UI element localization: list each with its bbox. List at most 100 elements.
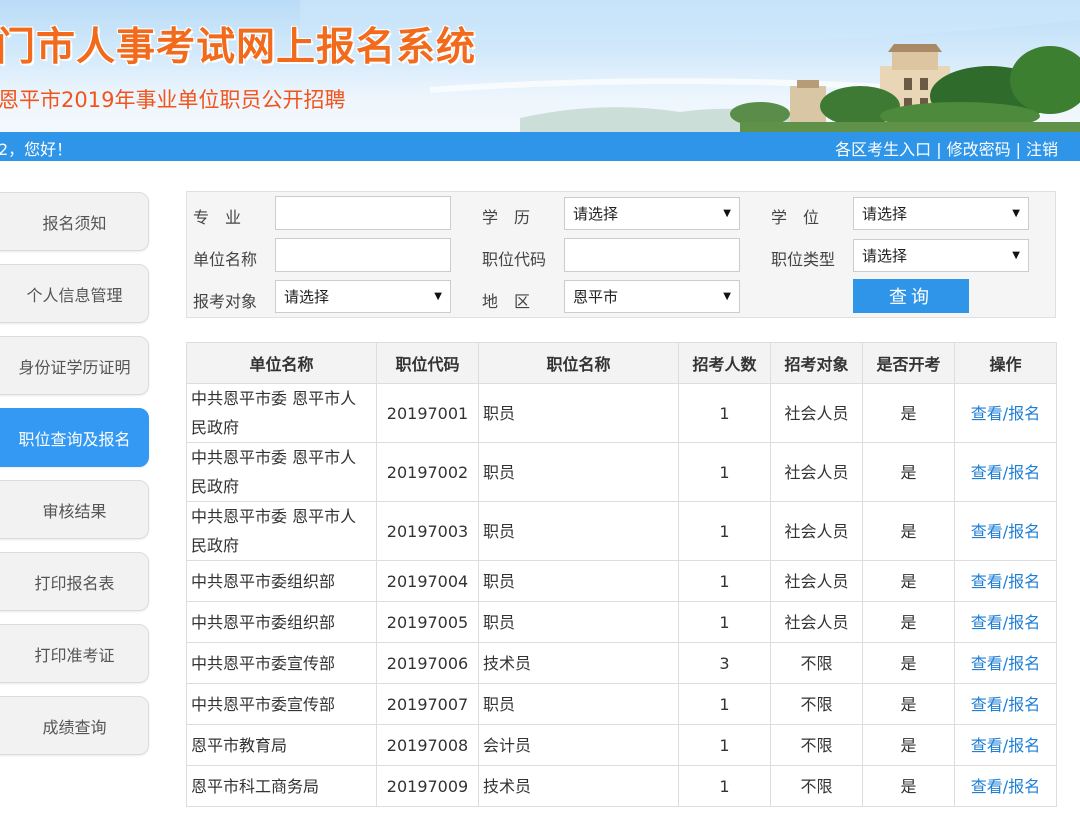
table-row: 恩平市科工商务局 20197009 技术员 1 不限 是 查看/报名 xyxy=(186,765,1057,807)
user-greeting: 2，您好！ xyxy=(0,140,73,159)
column-header-action: 操作 xyxy=(954,342,1057,384)
view-apply-link[interactable]: 查看/报名 xyxy=(971,654,1040,673)
cell-code: 20197002 xyxy=(376,442,479,502)
cell-position: 会计员 xyxy=(478,724,679,766)
sidebar-item-print-admission[interactable]: 打印准考证 xyxy=(0,624,149,683)
position-code-input[interactable] xyxy=(564,238,740,272)
dropdown-arrow-icon: ▼ xyxy=(723,208,731,219)
status-bar: 2，您好！ 各区考生入口 | 修改密码 | 注销 xyxy=(0,132,1080,161)
cell-position: 技术员 xyxy=(478,642,679,684)
view-apply-link[interactable]: 查看/报名 xyxy=(971,613,1040,632)
cell-count: 1 xyxy=(678,560,771,602)
table-row: 中共恩平市委宣传部 20197007 职员 1 不限 是 查看/报名 xyxy=(186,683,1057,725)
header-banner: 门市人事考试网上报名系统 恩平市2019年事业单位职员公开招聘 xyxy=(0,0,1080,132)
cell-action: 查看/报名 xyxy=(954,642,1057,684)
cell-open: 是 xyxy=(862,683,955,725)
sidebar-item-score-query[interactable]: 成绩查询 xyxy=(0,696,149,755)
cell-unit: 中共恩平市委组织部 xyxy=(186,601,377,643)
cell-unit: 中共恩平市委 恩平市人民政府 xyxy=(186,383,377,443)
sidebar-item-registration-notice[interactable]: 报名须知 xyxy=(0,192,149,251)
table-row: 中共恩平市委 恩平市人民政府 20197002 职员 1 社会人员 是 查看/报… xyxy=(186,442,1057,502)
cell-open: 是 xyxy=(862,383,955,443)
sidebar-item-review-result[interactable]: 审核结果 xyxy=(0,480,149,539)
sidebar-item-print-form[interactable]: 打印报名表 xyxy=(0,552,149,611)
dropdown-arrow-icon: ▼ xyxy=(1012,208,1020,219)
view-apply-link[interactable]: 查看/报名 xyxy=(971,404,1040,423)
unit-name-input[interactable] xyxy=(275,238,451,272)
query-button[interactable]: 查询 xyxy=(853,279,969,313)
table-row: 中共恩平市委 恩平市人民政府 20197001 职员 1 社会人员 是 查看/报… xyxy=(186,383,1057,443)
major-input[interactable] xyxy=(275,196,451,230)
cell-open: 是 xyxy=(862,442,955,502)
cell-unit: 中共恩平市委 恩平市人民政府 xyxy=(186,501,377,561)
cell-target: 社会人员 xyxy=(770,442,863,502)
cell-action: 查看/报名 xyxy=(954,501,1057,561)
cell-unit: 中共恩平市委宣传部 xyxy=(186,642,377,684)
cell-action: 查看/报名 xyxy=(954,765,1057,807)
target-label: 报考对象 xyxy=(193,292,258,311)
dropdown-arrow-icon: ▼ xyxy=(434,291,442,302)
cell-code: 20197006 xyxy=(376,642,479,684)
dropdown-arrow-icon: ▼ xyxy=(1012,250,1020,261)
cell-unit: 中共恩平市委组织部 xyxy=(186,560,377,602)
cell-code: 20197008 xyxy=(376,724,479,766)
view-apply-link[interactable]: 查看/报名 xyxy=(971,572,1040,591)
system-title: 门市人事考试网上报名系统 xyxy=(0,25,477,70)
column-header-position: 职位名称 xyxy=(478,342,679,384)
region-select[interactable]: 恩平市 ▼ xyxy=(564,280,740,313)
degree-select[interactable]: 请选择 ▼ xyxy=(853,197,1029,230)
education-select[interactable]: 请选择 ▼ xyxy=(564,197,740,230)
cell-target: 不限 xyxy=(770,724,863,766)
column-header-target: 招考对象 xyxy=(770,342,863,384)
table-row: 中共恩平市委组织部 20197004 职员 1 社会人员 是 查看/报名 xyxy=(186,560,1057,602)
cell-action: 查看/报名 xyxy=(954,601,1057,643)
position-type-label: 职位类型 xyxy=(771,250,836,269)
column-header-open: 是否开考 xyxy=(862,342,955,384)
cell-unit: 恩平市科工商务局 xyxy=(186,765,377,807)
cell-position: 职员 xyxy=(478,683,679,725)
positions-table: 单位名称 职位代码 职位名称 招考人数 招考对象 是否开考 操作 中共恩平市委 … xyxy=(186,342,1057,807)
view-apply-link[interactable]: 查看/报名 xyxy=(971,463,1040,482)
cell-target: 社会人员 xyxy=(770,601,863,643)
sidebar-item-personal-info[interactable]: 个人信息管理 xyxy=(0,264,149,323)
cell-count: 1 xyxy=(678,501,771,561)
table-header-row: 单位名称 职位代码 职位名称 招考人数 招考对象 是否开考 操作 xyxy=(186,342,1057,384)
top-links: 各区考生入口 | 修改密码 | 注销 xyxy=(835,136,1058,160)
cell-unit: 恩平市教育局 xyxy=(186,724,377,766)
position-code-label: 职位代码 xyxy=(482,250,547,269)
region-select-value: 恩平市 xyxy=(573,288,619,306)
cell-position: 职员 xyxy=(478,383,679,443)
education-select-value: 请选择 xyxy=(573,205,619,223)
position-type-select[interactable]: 请选择 ▼ xyxy=(853,239,1029,272)
exam-subtitle: 恩平市2019年事业单位职员公开招聘 xyxy=(0,88,346,112)
cell-count: 3 xyxy=(678,642,771,684)
cell-action: 查看/报名 xyxy=(954,683,1057,725)
table-row: 恩平市教育局 20197008 会计员 1 不限 是 查看/报名 xyxy=(186,724,1057,766)
table-row: 中共恩平市委组织部 20197005 职员 1 社会人员 是 查看/报名 xyxy=(186,601,1057,643)
column-header-count: 招考人数 xyxy=(678,342,771,384)
cell-count: 1 xyxy=(678,442,771,502)
change-password-link[interactable]: 修改密码 xyxy=(947,140,1011,159)
column-header-code: 职位代码 xyxy=(376,342,479,384)
sidebar-item-position-search[interactable]: 职位查询及报名 xyxy=(0,408,149,467)
cell-code: 20197005 xyxy=(376,601,479,643)
degree-select-value: 请选择 xyxy=(862,205,908,223)
cell-code: 20197009 xyxy=(376,765,479,807)
cell-code: 20197007 xyxy=(376,683,479,725)
cell-target: 不限 xyxy=(770,765,863,807)
region-label: 地 区 xyxy=(482,292,531,311)
view-apply-link[interactable]: 查看/报名 xyxy=(971,777,1040,796)
cell-count: 1 xyxy=(678,724,771,766)
view-apply-link[interactable]: 查看/报名 xyxy=(971,522,1040,541)
target-select[interactable]: 请选择 ▼ xyxy=(275,280,451,313)
link-separator: | xyxy=(936,140,942,159)
view-apply-link[interactable]: 查看/报名 xyxy=(971,736,1040,755)
cell-count: 1 xyxy=(678,601,771,643)
cell-action: 查看/报名 xyxy=(954,560,1057,602)
link-separator: | xyxy=(1015,140,1021,159)
logout-link[interactable]: 注销 xyxy=(1026,140,1058,159)
sidebar-item-id-education-proof[interactable]: 身份证学历证明 xyxy=(0,336,149,395)
view-apply-link[interactable]: 查看/报名 xyxy=(971,695,1040,714)
district-entry-link[interactable]: 各区考生入口 xyxy=(835,140,931,159)
cell-unit: 中共恩平市委 恩平市人民政府 xyxy=(186,442,377,502)
